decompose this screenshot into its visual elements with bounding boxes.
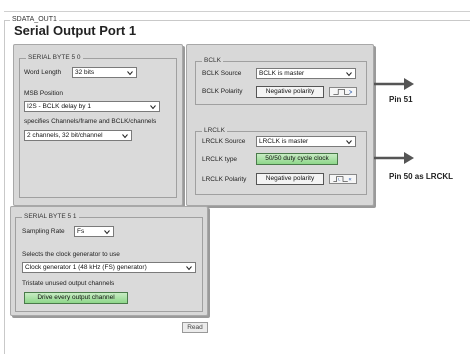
top-divider [4,11,470,12]
clock-panel: BCLK BCLK Source BCLK is master BCLK Pol… [186,44,374,206]
lrclk-type-label: LRCLK type [202,156,238,163]
lrclk-source-select[interactable]: LRCLK is master [256,136,356,147]
frame-legend: SDATA_OUT1 [10,16,59,23]
lrclk-source-label: LRCLK Source [202,138,246,145]
arrow-right-icon [374,152,414,164]
lrclk-pin-label: Pin 50 as LRCKL [389,172,454,181]
lrclk-polarity-toggle[interactable]: Negative polarity [256,173,324,185]
serial-byte-51-panel: SERIAL BYTE 5 1 Sampling Rate Fs Selects… [10,206,208,316]
clock-gen-select[interactable]: Clock generator 1 (48 kHz (FS) generator… [22,262,196,273]
chevron-down-icon [346,72,352,77]
channels-help-label: specifies Channels/frame and BCLK/channe… [24,118,157,125]
tristate-toggle[interactable]: Drive every output channel [24,292,128,304]
lrclk-group: LRCLK LRCLK Source LRCLK is master LRCLK… [195,127,367,195]
lrclk-legend: LRCLK [202,127,227,134]
tristate-label: Tristate unused output channels [22,280,115,287]
bclk-source-value: BCLK is master [259,70,305,77]
bclk-legend: BCLK [202,57,223,64]
sampling-rate-select[interactable]: Fs [74,226,114,237]
serial-byte-50-group: SERIAL BYTE 5 0 Word Length 32 bits MSB … [19,54,177,198]
bclk-polarity-label: BCLK Polarity [202,88,243,95]
serial-byte-51-legend: SERIAL BYTE 5 1 [22,213,79,220]
chevron-down-icon [150,105,156,110]
bclk-source-label: BCLK Source [202,70,242,77]
chevron-down-icon [122,134,128,139]
bclk-group: BCLK BCLK Source BCLK is master BCLK Pol… [195,57,367,105]
arrow-right-icon [374,78,414,90]
clock-gen-label: Selects the clock generator to use [22,251,120,258]
word-length-value: 32 bits [75,69,95,76]
page-title: Serial Output Port 1 [14,23,137,38]
read-button[interactable]: Read [182,322,208,333]
svg-text:R: R [349,177,352,182]
msb-position-value: I2S - BCLK delay by 1 [27,103,91,110]
lrclk-type-toggle[interactable]: 50/50 duty cycle clock [256,153,338,165]
word-length-label: Word Length [24,69,62,76]
lr-waveform-icon: L R [329,174,357,184]
bclk-polarity-toggle[interactable]: Negative polarity [256,86,324,98]
lrclk-polarity-label: LRCLK Polarity [202,176,247,183]
chevron-down-icon [186,266,192,271]
msb-position-select[interactable]: I2S - BCLK delay by 1 [24,101,160,112]
serial-byte-50-legend: SERIAL BYTE 5 0 [26,54,83,61]
chevron-down-icon [104,230,110,235]
serial-byte-51-group: SERIAL BYTE 5 1 Sampling Rate Fs Selects… [15,213,203,312]
channels-value: 2 channels, 32 bit/channel [27,132,103,139]
word-length-select[interactable]: 32 bits [72,67,137,78]
sampling-rate-label: Sampling Rate [22,228,65,235]
chevron-down-icon [346,140,352,145]
bclk-source-select[interactable]: BCLK is master [256,68,356,79]
sampling-rate-value: Fs [77,228,85,235]
clock-gen-value: Clock generator 1 (48 kHz (FS) generator… [25,264,147,271]
chevron-down-icon [127,71,133,76]
waveform-icon [329,87,357,97]
bclk-pin-label: Pin 51 [389,95,413,104]
lrclk-source-value: LRCLK is master [259,138,309,145]
channels-select[interactable]: 2 channels, 32 bit/channel [24,130,132,141]
serial-byte-50-panel: SERIAL BYTE 5 0 Word Length 32 bits MSB … [13,44,183,206]
svg-text:L: L [338,177,341,182]
msb-position-label: MSB Position [24,90,64,97]
